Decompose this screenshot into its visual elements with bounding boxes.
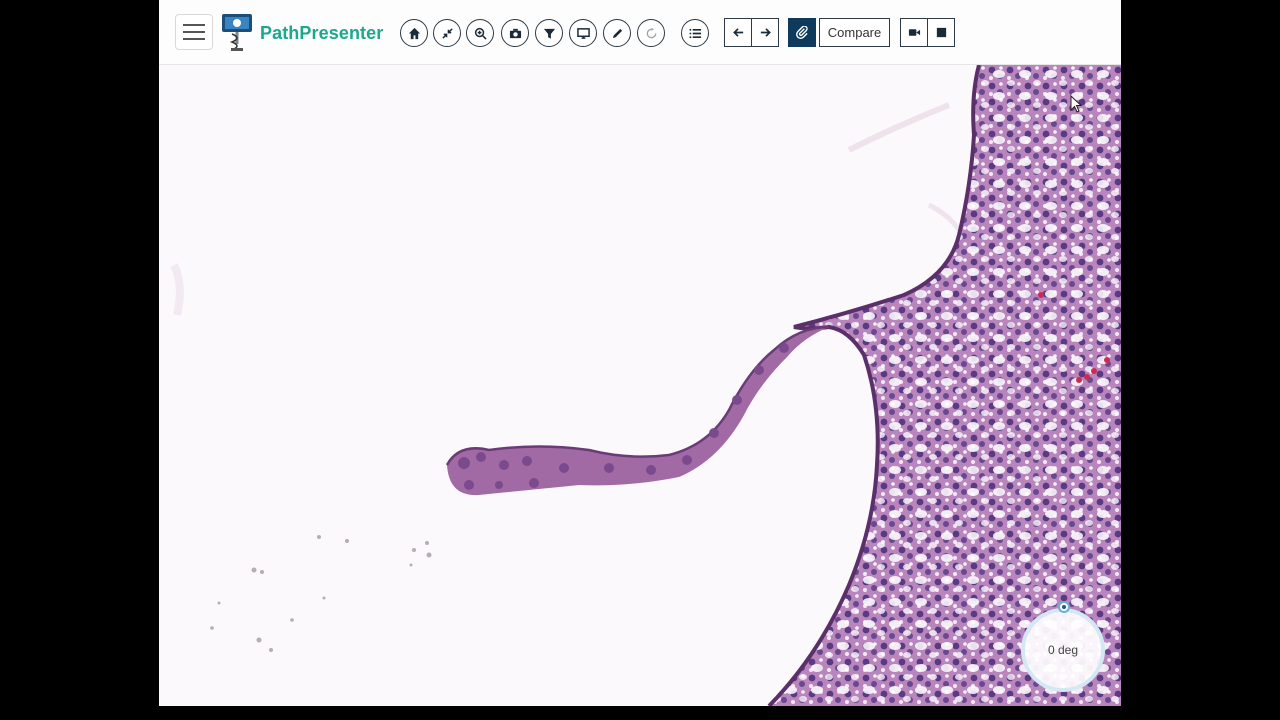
microscope-logo-icon <box>219 12 255 52</box>
compare-button[interactable]: Compare <box>819 18 890 47</box>
rotate-icon <box>646 27 656 38</box>
fit-screen-icon <box>441 27 453 39</box>
rotate-button[interactable] <box>637 19 665 47</box>
tissue-slide-image <box>159 65 1121 706</box>
pen-button[interactable] <box>603 19 631 47</box>
video-camera-icon <box>908 29 920 36</box>
list-icon <box>688 28 701 38</box>
rotation-handle[interactable] <box>1058 601 1070 613</box>
hamburger-menu-button[interactable] <box>175 14 213 50</box>
filter-icon <box>543 28 555 39</box>
pen-icon <box>612 28 622 38</box>
app-window: PathPresenter Compare 0 deg <box>159 0 1121 706</box>
rotation-dial[interactable]: 0 deg <box>1021 608 1105 692</box>
brand-name: PathPresenter <box>260 23 384 43</box>
display-icon <box>576 27 590 39</box>
next-slide-button[interactable] <box>751 18 779 47</box>
previous-slide-button[interactable] <box>724 18 752 47</box>
stop-record-button[interactable] <box>927 18 955 47</box>
home-button[interactable] <box>400 19 428 47</box>
camera-icon <box>509 28 521 38</box>
video-record-button[interactable] <box>900 18 928 47</box>
camera-button[interactable] <box>501 19 529 47</box>
list-button[interactable] <box>681 19 709 47</box>
toolbar: PathPresenter Compare <box>159 0 1121 65</box>
zoom-icon <box>474 27 487 40</box>
fit-screen-button[interactable] <box>433 19 461 47</box>
filter-button[interactable] <box>535 19 563 47</box>
stop-icon <box>936 27 946 38</box>
display-button[interactable] <box>569 19 597 47</box>
slide-viewer[interactable] <box>159 65 1121 706</box>
zoom-button[interactable] <box>466 19 494 47</box>
paperclip-icon <box>795 26 808 39</box>
home-icon <box>408 27 420 39</box>
annotate-button[interactable] <box>788 18 816 47</box>
arrow-right-icon <box>760 28 771 37</box>
mouse-cursor-icon <box>1070 94 1083 118</box>
arrow-left-icon <box>732 28 743 37</box>
